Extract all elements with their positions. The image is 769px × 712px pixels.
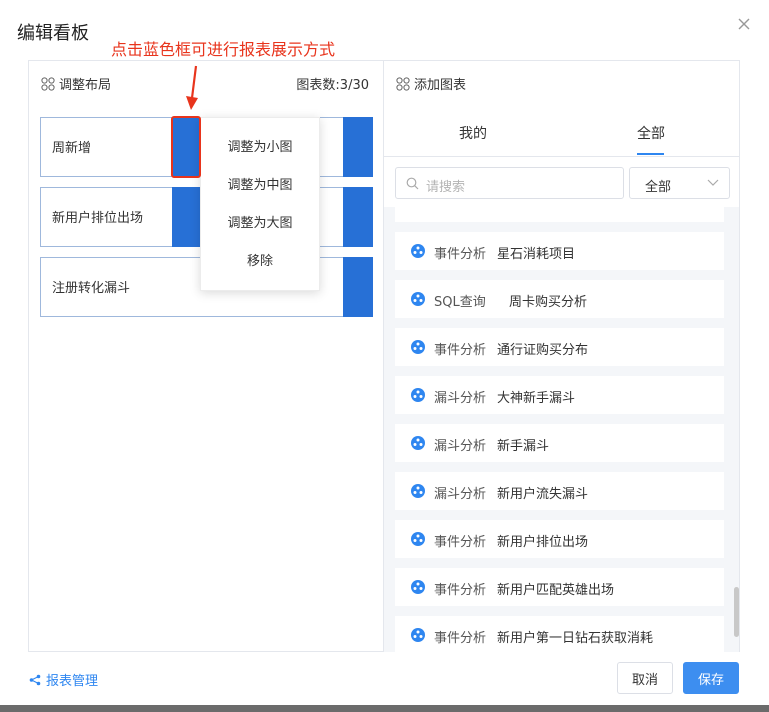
chart-type-icon bbox=[411, 340, 425, 354]
list-item[interactable]: SQL查询 周卡购买分析 bbox=[395, 280, 724, 318]
chart-type-icon bbox=[411, 244, 425, 258]
layout-panel-header: 调整布局 bbox=[41, 74, 111, 93]
chart-name-label: 新用户匹配英雄出场 bbox=[497, 583, 615, 598]
chart-name-label: 通行证购买分布 bbox=[497, 343, 589, 358]
layout-panel-title: 调整布局 bbox=[59, 78, 112, 93]
cancel-button[interactable]: 取消 bbox=[617, 662, 673, 694]
layout-item-name: 周新增 bbox=[52, 141, 92, 156]
menu-item-small[interactable]: 调整为小图 bbox=[201, 129, 319, 167]
size-bar[interactable] bbox=[343, 187, 373, 247]
chart-type-label: 事件分析 bbox=[434, 583, 487, 598]
list-item[interactable]: 事件分析 新用户匹配英雄出场 bbox=[395, 568, 724, 606]
chart-type-label: 事件分析 bbox=[434, 343, 487, 358]
search-icon bbox=[406, 177, 419, 190]
layout-item-name: 新用户排位出场 bbox=[52, 211, 144, 226]
grid-icon bbox=[396, 76, 410, 91]
add-chart-panel: 添加图表 我的 全部 请搜索 全部 事件分析 星石消耗项目 SQL查询 周卡购买分析事… bbox=[383, 60, 740, 652]
chart-count: 图表数:3/30 bbox=[296, 78, 369, 93]
chart-type-label: SQL查询 bbox=[434, 295, 486, 310]
chart-type-icon bbox=[411, 484, 425, 498]
chevron-down-icon bbox=[707, 179, 719, 186]
list-item[interactable]: 事件分析 新用户第一日钻石获取消耗 bbox=[395, 616, 724, 652]
chart-type-icon bbox=[411, 580, 425, 594]
chart-type-icon bbox=[411, 532, 425, 546]
layout-item-name: 注册转化漏斗 bbox=[52, 281, 131, 296]
chart-type-icon bbox=[411, 628, 425, 642]
chart-name-label: 新用户第一日钻石获取消耗 bbox=[497, 631, 654, 646]
select-value: 全部 bbox=[645, 180, 672, 195]
list-scrollbar[interactable] bbox=[734, 587, 739, 637]
menu-item-remove[interactable]: 移除 bbox=[201, 243, 319, 281]
list-item[interactable]: 漏斗分析 新手漏斗 bbox=[395, 424, 724, 462]
window-bottom-edge bbox=[0, 705, 769, 712]
tab-mine[interactable]: 我的 bbox=[459, 123, 487, 143]
chart-name-label: 新手漏斗 bbox=[497, 439, 550, 454]
share-icon bbox=[29, 674, 41, 685]
size-context-menu: 调整为小图 调整为中图 调整为大图 移除 bbox=[200, 117, 320, 291]
search-placeholder: 请搜索 bbox=[426, 180, 466, 195]
size-toggle-block[interactable] bbox=[172, 187, 202, 247]
type-filter-select[interactable]: 全部 bbox=[629, 167, 730, 199]
list-item[interactable]: 漏斗分析 新用户流失漏斗 bbox=[395, 472, 724, 510]
add-chart-header: 添加图表 bbox=[396, 74, 466, 93]
menu-item-medium[interactable]: 调整为中图 bbox=[201, 167, 319, 205]
chart-name-label: 新用户排位出场 bbox=[497, 535, 589, 550]
chart-list[interactable]: 事件分析 星石消耗项目 SQL查询 周卡购买分析 事件分析 通行证购买分布 漏斗分析 大神新手… bbox=[384, 207, 739, 652]
close-icon[interactable] bbox=[735, 15, 753, 33]
list-item[interactable]: 事件分析 星石消耗项目 bbox=[395, 232, 724, 270]
highlight-frame bbox=[171, 116, 201, 178]
save-button[interactable]: 保存 bbox=[683, 662, 739, 694]
add-chart-title: 添加图表 bbox=[414, 78, 467, 93]
chart-type-icon bbox=[411, 292, 425, 306]
list-item[interactable]: 事件分析 新用户排位出场 bbox=[395, 520, 724, 558]
size-bar[interactable] bbox=[343, 257, 373, 317]
chart-name-label: 周卡购买分析 bbox=[509, 295, 588, 310]
chart-type-label: 漏斗分析 bbox=[434, 391, 487, 406]
chart-type-label: 漏斗分析 bbox=[434, 439, 487, 454]
active-tab-indicator bbox=[637, 153, 664, 155]
chart-tabs: 我的 全部 bbox=[384, 111, 739, 157]
list-item[interactable]: 漏斗分析 大神新手漏斗 bbox=[395, 376, 724, 414]
list-item-partial[interactable] bbox=[395, 207, 724, 222]
chart-type-icon bbox=[411, 388, 425, 402]
chart-type-label: 漏斗分析 bbox=[434, 487, 487, 502]
search-input[interactable]: 请搜索 bbox=[395, 167, 624, 199]
size-bar[interactable] bbox=[343, 117, 373, 177]
dialog-title: 编辑看板 bbox=[17, 23, 89, 44]
chart-type-label: 事件分析 bbox=[434, 247, 487, 262]
grid-icon bbox=[41, 76, 55, 91]
list-item[interactable]: 事件分析 通行证购买分布 bbox=[395, 328, 724, 366]
report-manage-label: 报表管理 bbox=[46, 674, 99, 689]
instruction-annotation: 点击蓝色框可进行报表展示方式 bbox=[111, 40, 336, 59]
chart-name-label: 星石消耗项目 bbox=[497, 247, 576, 262]
chart-type-label: 事件分析 bbox=[434, 631, 487, 646]
menu-item-large[interactable]: 调整为大图 bbox=[201, 205, 319, 243]
chart-name-label: 新用户流失漏斗 bbox=[497, 487, 589, 502]
tab-all[interactable]: 全部 bbox=[637, 123, 665, 143]
report-manage-link[interactable]: 报表管理 bbox=[29, 670, 98, 689]
chart-name-label: 大神新手漏斗 bbox=[497, 391, 576, 406]
chart-type-icon bbox=[411, 436, 425, 450]
chart-type-label: 事件分析 bbox=[434, 535, 487, 550]
